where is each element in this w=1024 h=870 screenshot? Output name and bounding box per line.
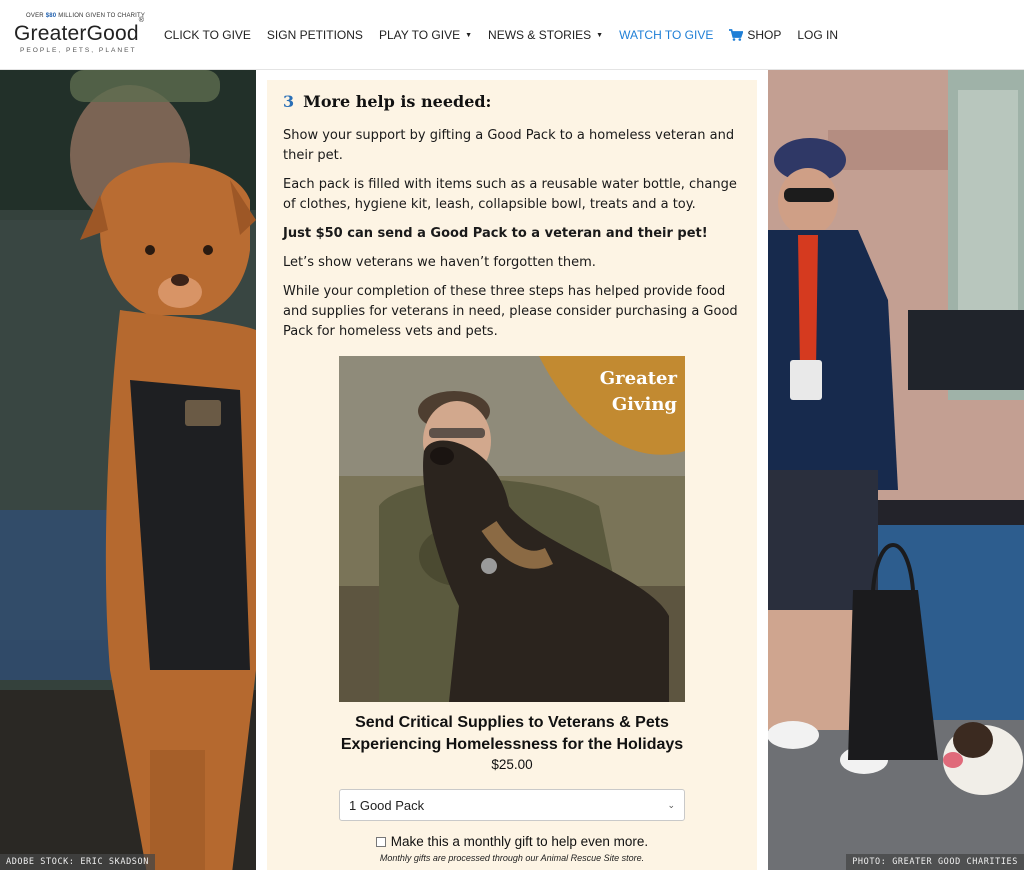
nav-sign-petitions[interactable]: SIGN PETITIONS [267, 28, 363, 42]
product-image[interactable]: Greater Giving [339, 356, 685, 702]
nav-shop[interactable]: SHOP [729, 28, 781, 42]
good-pack-card: 3 More help is needed: Show your support… [267, 80, 757, 870]
veteran-photo-illustration [768, 70, 1024, 870]
step-number: 3 [283, 92, 295, 111]
product-price: $25.00 [491, 757, 533, 772]
nav-play-to-give[interactable]: PLAY TO GIVE ▼ [379, 28, 472, 42]
nav-news-stories[interactable]: NEWS & STORIES ▼ [488, 28, 603, 42]
product-title: Send Critical Supplies to Veterans & Pet… [340, 714, 684, 753]
step-heading: 3 More help is needed: [283, 92, 491, 111]
monthly-gift-checkbox[interactable] [375, 836, 386, 847]
paragraph-not-forgotten: Let’s show veterans we haven’t forgotten… [283, 255, 596, 270]
nav-watch-to-give[interactable]: WATCH TO GIVE [619, 28, 713, 42]
photo-credit-right: PHOTO: GREATER GOOD CHARITIES [846, 854, 1024, 870]
quantity-select[interactable]: 1 Good Pack ⌄ [339, 789, 685, 821]
main-nav: CLICK TO GIVE SIGN PETITIONS PLAY TO GIV… [156, 0, 846, 70]
site-header: OVER $80 MILLION GIVEN TO CHARITY Greate… [0, 0, 1024, 70]
greater-giving-badge: Greater Giving [599, 368, 677, 415]
logo-wordmark: GreaterGood® [14, 17, 145, 45]
paragraph-support: Show your support by gifting a Good Pack… [283, 128, 735, 163]
caret-down-icon: ▼ [465, 31, 473, 39]
monthly-gift-label: Make this a monthly gift to help even mo… [390, 834, 649, 849]
chevron-down-icon: ⌄ [667, 799, 675, 810]
paragraph-consider-purchase: While your completion of these three ste… [283, 284, 738, 339]
appeal-text: Show your support by gifting a Good Pack… [283, 126, 745, 351]
logo-subtitle: PEOPLE, PETS, PLANET [20, 47, 137, 54]
nav-log-in[interactable]: LOG IN [797, 28, 838, 42]
right-background-photo: PHOTO: GREATER GOOD CHARITIES [768, 70, 1024, 870]
caret-down-icon: ▼ [596, 31, 604, 39]
greatergood-logo[interactable]: OVER $80 MILLION GIVEN TO CHARITY Greate… [14, 12, 150, 60]
monthly-gift-option[interactable]: Make this a monthly gift to help even mo… [283, 834, 741, 849]
dog-photo-illustration [0, 70, 256, 870]
quantity-select-value: 1 Good Pack [349, 797, 425, 813]
left-background-photo: ADOBE STOCK: ERIC SKADSON [0, 70, 256, 870]
logo-tagline: OVER $80 MILLION GIVEN TO CHARITY [26, 13, 146, 19]
photo-credit-left: ADOBE STOCK: ERIC SKADSON [0, 854, 155, 870]
monthly-gift-note: Monthly gifts are processed through our … [379, 853, 645, 863]
shopping-cart-icon [729, 29, 744, 41]
paragraph-price-callout: Just $50 can send a Good Pack to a veter… [283, 226, 708, 241]
step-title: More help is needed: [303, 92, 492, 111]
nav-click-to-give[interactable]: CLICK TO GIVE [164, 28, 251, 42]
paragraph-pack-contents: Each pack is filled with items such as a… [283, 177, 737, 212]
